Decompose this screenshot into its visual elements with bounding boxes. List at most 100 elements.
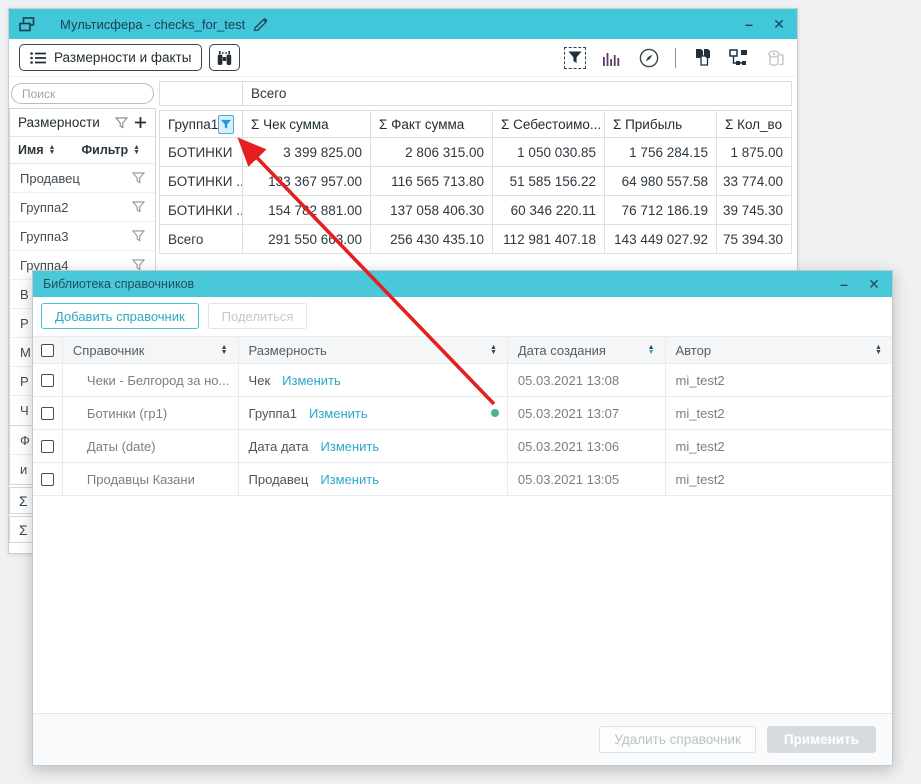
created-date: 05.03.2021 13:06 [508,430,666,462]
list-item[interactable]: Даты (date) Дата датаИзменить 05.03.2021… [33,430,892,463]
facts-search-button[interactable] [209,44,240,71]
dimension-name: Продавец [249,472,309,487]
cell-value: 137 058 406.30 [371,196,493,225]
table-row[interactable]: БОТИНКИ ... 154 782 881.00 137 058 406.3… [159,196,792,225]
compass-icon[interactable] [638,47,660,69]
dictionary-name: Даты (date) [63,430,239,462]
toolbar-separator [675,48,676,68]
sidebar-column-headers: Имя ▲▼ Фильтр ▲▼ [10,137,155,164]
sidebar-item-label: Ф [20,433,30,448]
cell-value: 75 394.30 [717,225,792,254]
bar-chart-icon[interactable] [601,47,623,69]
dimensions-panel-title: Размерности [18,115,100,130]
row-label[interactable]: БОТИНКИ ... [159,196,243,225]
pivot-group-header: Всего [243,81,792,106]
cell-value: 39 745.30 [717,196,792,225]
table-row[interactable]: БОТИНКИ 3 399 825.00 2 806 315.00 1 050 … [159,138,792,167]
edit-link[interactable]: Изменить [309,406,368,421]
table-row-total[interactable]: Всего 291 550 663.00 256 430 435.10 112 … [159,225,792,254]
close-button[interactable]: ✕ [771,16,787,32]
row-filter-icon[interactable] [132,201,145,213]
list-item[interactable]: Ботинки (гр1) Группа1Изменить 05.03.2021… [33,397,892,430]
filter-column-header[interactable]: Фильтр [81,143,128,157]
dialog-close-button[interactable]: ✕ [866,276,882,292]
name-column-header[interactable]: Имя [18,143,44,157]
column-header-avtor[interactable]: Автор ▲▼ [666,337,892,363]
sidebar-item-label: Р [20,374,29,389]
row-filter-icon[interactable] [132,230,145,242]
column-header-gruppa1[interactable]: Группа1 [159,110,243,138]
edit-link[interactable]: Изменить [282,373,341,388]
pivot-group-header-row: Всего [159,81,792,106]
list-item[interactable]: Продавцы Казани Продавец Изменить 05.03.2… [33,463,892,496]
table-row[interactable]: БОТИНКИ ... 133 367 957.00 116 565 713.8… [159,167,792,196]
column-header-sebestoimost[interactable]: Σ Себестоимо... [493,110,605,138]
sidebar-item-prodavec[interactable]: Продавец [10,164,155,193]
add-dimension-icon[interactable] [134,116,147,129]
dictionary-name: Ботинки (гр1) [63,397,239,429]
sidebar-item-gruppa3[interactable]: Группа3 [10,222,155,251]
column-header-data-sozdaniya[interactable]: Дата создания ▲▼ [508,337,666,363]
pivot-header-row: Группа1 Σ Чек сумма Σ Факт сумма Σ Себес… [159,110,792,138]
cascade-windows-icon [19,17,36,32]
edit-pencil-icon[interactable] [253,17,269,31]
dictionary-name: Продавцы Казани [63,463,239,495]
created-date: 05.03.2021 13:08 [508,364,666,396]
row-label[interactable]: Всего [159,225,243,254]
sidebar-item-label: и [20,462,27,477]
row-filter-icon[interactable] [132,172,145,184]
cell-value: 116 565 713.80 [371,167,493,196]
column-header-razmernost[interactable]: Размерность ▲▼ [239,337,508,363]
sidebar-item-label: Группа3 [20,229,68,244]
copy-docs-icon[interactable] [691,47,713,69]
sidebar-item-label: Группа2 [20,200,68,215]
sigma-label: Σ [19,493,28,509]
sort-icon[interactable]: ▲▼ [875,345,882,355]
apply-button[interactable]: Применить [767,726,876,753]
cell-value: 133 367 957.00 [243,167,371,196]
row-checkbox[interactable] [41,440,54,453]
search-input[interactable] [11,83,154,104]
sidebar-item-gruppa2[interactable]: Группа2 [10,193,155,222]
sort-icon[interactable]: ▲▼ [221,345,228,355]
gruppa1-filter-button[interactable] [218,115,234,134]
dims-facts-button[interactable]: Размерности и факты [19,44,202,71]
author-name: mi_test2 [666,364,892,396]
dimension-name: Чек [249,373,271,388]
row-checkbox[interactable] [41,407,54,420]
sort-desc-icon[interactable]: ▲▼ [648,345,655,355]
column-header-chek-summa[interactable]: Σ Чек сумма [243,110,371,138]
dialog-titlebar: Библиотека справочников – ✕ [33,271,892,297]
dictionary-table-header: Справочник ▲▼ Размерность ▲▼ Дата создан… [33,336,892,364]
sidebar-item-label: Продавец [20,171,80,186]
select-all-checkbox[interactable] [41,344,54,357]
add-dictionary-button[interactable]: Добавить справочник [41,303,199,329]
window-title: Мультисфера - checks_for_test [60,17,245,32]
dimension-name: Группа1 [249,406,297,421]
row-label[interactable]: БОТИНКИ [159,138,243,167]
dialog-minimize-button[interactable]: – [836,276,852,292]
column-header-pribyl[interactable]: Σ Прибыль [605,110,717,138]
pivot-corner-cell [159,81,243,106]
filter-funnel-icon[interactable] [115,117,128,129]
list-item[interactable]: Чеки - Белгород за но... ЧекИзменить 05.… [33,364,892,397]
minimize-button[interactable]: – [741,16,757,32]
edit-link[interactable]: Изменить [321,439,380,454]
row-label[interactable]: БОТИНКИ ... [159,167,243,196]
delete-dictionary-button: Удалить справочник [599,726,756,753]
edit-link[interactable]: Изменить [320,472,379,487]
cell-value: 64 980 557.58 [605,167,717,196]
row-checkbox[interactable] [41,374,54,387]
dialog-title: Библиотека справочников [43,277,194,291]
column-header-fakt-summa[interactable]: Σ Факт сумма [371,110,493,138]
tree-structure-icon[interactable] [728,47,750,69]
dialog-footer: Удалить справочник Применить [33,713,892,765]
cell-value: 112 981 407.18 [493,225,605,254]
filter-tool-icon[interactable] [564,47,586,69]
sort-icon[interactable]: ▲▼ [490,345,497,355]
author-name: mi_test2 [666,463,892,495]
column-header-kolvo[interactable]: Σ Кол_во [717,110,792,138]
created-date: 05.03.2021 13:05 [508,463,666,495]
column-header-spravochnik[interactable]: Справочник ▲▼ [63,337,239,363]
row-checkbox[interactable] [41,473,54,486]
